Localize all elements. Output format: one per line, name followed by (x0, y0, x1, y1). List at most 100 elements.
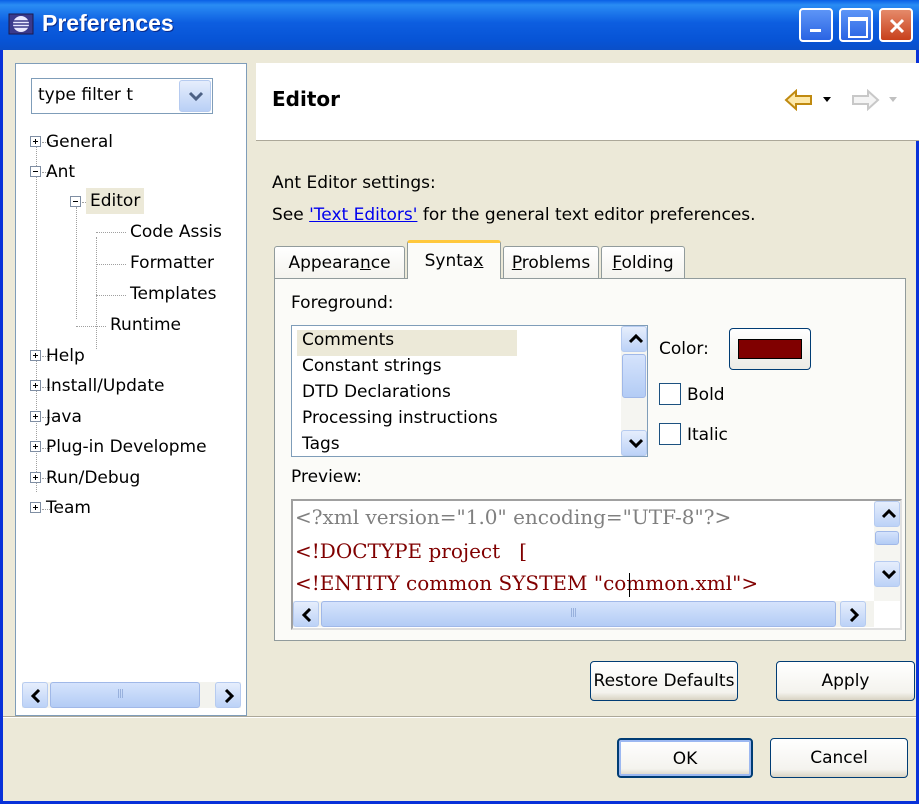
expand-icon[interactable] (30, 441, 41, 452)
preference-tree-pane: type filter t General Ant Editor Code As… (15, 63, 247, 716)
color-picker-button[interactable] (729, 328, 811, 370)
foreground-list[interactable]: Comments Constant strings DTD Declaratio… (291, 325, 648, 457)
scroll-thumb[interactable] (622, 354, 646, 398)
tree-connector (76, 207, 77, 319)
tab-syntax[interactable]: Syntax (407, 240, 501, 279)
preview-horizontal-scrollbar[interactable]: ||| (293, 601, 874, 627)
scroll-thumb[interactable]: ||| (321, 601, 836, 627)
ok-button[interactable]: OK (617, 738, 753, 778)
filter-combo[interactable]: type filter t (31, 78, 213, 114)
close-button[interactable] (879, 8, 913, 42)
tree-item-label: Team (46, 498, 91, 518)
tree-connector (96, 237, 97, 349)
bold-checkbox[interactable] (659, 383, 681, 405)
tree-item-label: General (46, 132, 113, 152)
scroll-up-button[interactable] (874, 501, 900, 527)
tree-connector (96, 232, 126, 233)
button-bar-separator (3, 716, 916, 718)
forward-arrow-icon[interactable] (850, 89, 880, 111)
chevron-left-icon (301, 608, 312, 622)
scroll-left-button[interactable] (22, 682, 48, 708)
tree-item-label: Code Assis (130, 222, 222, 242)
expand-icon[interactable] (30, 136, 41, 147)
scroll-left-button[interactable] (293, 601, 319, 627)
collapse-icon[interactable] (30, 166, 41, 177)
scroll-thumb[interactable]: ||| (50, 682, 200, 708)
preferences-window: Preferences type filter t General Ant Ed… (0, 0, 919, 804)
tab-folding[interactable]: Folding (601, 246, 685, 278)
list-item[interactable]: Constant strings (302, 356, 442, 382)
chevron-right-icon (849, 608, 860, 622)
expand-icon[interactable] (30, 350, 41, 361)
tree-connector (76, 326, 106, 327)
back-history-dropdown-icon[interactable] (822, 96, 832, 104)
preview-vertical-scrollbar[interactable] (874, 501, 900, 601)
list-vertical-scrollbar[interactable] (621, 326, 647, 456)
chevron-up-icon (629, 333, 643, 344)
tab-appearance[interactable]: Appearance (274, 246, 405, 278)
text-editors-note: See 'Text Editors' for the general text … (272, 205, 756, 225)
preview-line: <!DOCTYPE project [ (295, 539, 528, 563)
list-item[interactable]: DTD Declarations (302, 382, 451, 408)
text-caret (629, 573, 630, 597)
color-label: Color: (659, 339, 709, 359)
expand-icon[interactable] (30, 411, 41, 422)
tree-item-label: Help (46, 346, 85, 366)
tab-label: Problems (511, 253, 591, 273)
scroll-thumb[interactable] (875, 531, 899, 545)
scroll-up-button[interactable] (621, 326, 647, 352)
preview-editor[interactable]: <?xml version="1.0" encoding="UTF-8"?> <… (291, 499, 902, 630)
ant-editor-settings-label: Ant Editor settings: (272, 173, 436, 193)
tab-label: Folding (612, 253, 674, 273)
forward-history-dropdown-icon[interactable] (888, 96, 898, 104)
tree-item-label: Editor (86, 188, 145, 214)
chevron-right-icon (224, 689, 235, 703)
tree-item-label: Templates (130, 284, 217, 304)
scroll-down-button[interactable] (874, 561, 900, 587)
page-title: Editor (272, 87, 340, 111)
tree-item-label: Formatter (130, 253, 215, 273)
maximize-button[interactable] (839, 8, 873, 42)
color-swatch (738, 339, 802, 359)
filter-input[interactable]: type filter t (38, 85, 158, 105)
chevron-left-icon (30, 689, 41, 703)
preview-label: Preview: (291, 467, 362, 487)
expand-icon[interactable] (30, 380, 41, 391)
expand-icon[interactable] (30, 502, 41, 513)
apply-button[interactable]: Apply (776, 661, 915, 701)
text-editors-link[interactable]: 'Text Editors' (309, 205, 417, 225)
chevron-down-icon (882, 569, 896, 580)
cancel-button[interactable]: Cancel (770, 738, 908, 778)
tree-item-label: Install/Update (46, 376, 165, 396)
tab-problems[interactable]: Problems (503, 246, 599, 278)
chevron-up-icon (882, 508, 896, 519)
title-bar[interactable]: Preferences (0, 0, 919, 50)
tab-label: Syntax (424, 251, 484, 271)
restore-defaults-button[interactable]: Restore Defaults (590, 661, 738, 701)
list-item[interactable]: Tags (302, 434, 340, 456)
tree-horizontal-scrollbar[interactable]: ||| (22, 682, 241, 708)
page-header: Editor (256, 63, 919, 141)
note-prefix: See (272, 205, 310, 225)
tree-item-label: Java (46, 407, 82, 427)
tree-connector (96, 264, 126, 265)
collapse-icon[interactable] (70, 196, 81, 207)
expand-icon[interactable] (30, 472, 41, 483)
italic-checkbox[interactable] (659, 423, 681, 445)
scroll-down-button[interactable] (621, 430, 647, 456)
bold-label: Bold (687, 385, 725, 405)
tree-item-label: Ant (46, 162, 76, 182)
scroll-right-button[interactable] (215, 682, 241, 708)
chevron-down-icon (629, 438, 643, 449)
tree-connector (96, 295, 126, 296)
list-item[interactable]: Processing instructions (302, 408, 498, 434)
list-item[interactable]: Comments (297, 330, 517, 356)
close-icon (889, 18, 905, 34)
scroll-right-button[interactable] (840, 601, 866, 627)
eclipse-icon (8, 11, 36, 37)
tree-item-label: Plug-in Developme (46, 437, 207, 457)
filter-dropdown-button[interactable] (179, 80, 211, 112)
minimize-button[interactable] (799, 8, 833, 42)
italic-label: Italic (687, 425, 728, 445)
back-arrow-icon[interactable] (784, 89, 814, 111)
